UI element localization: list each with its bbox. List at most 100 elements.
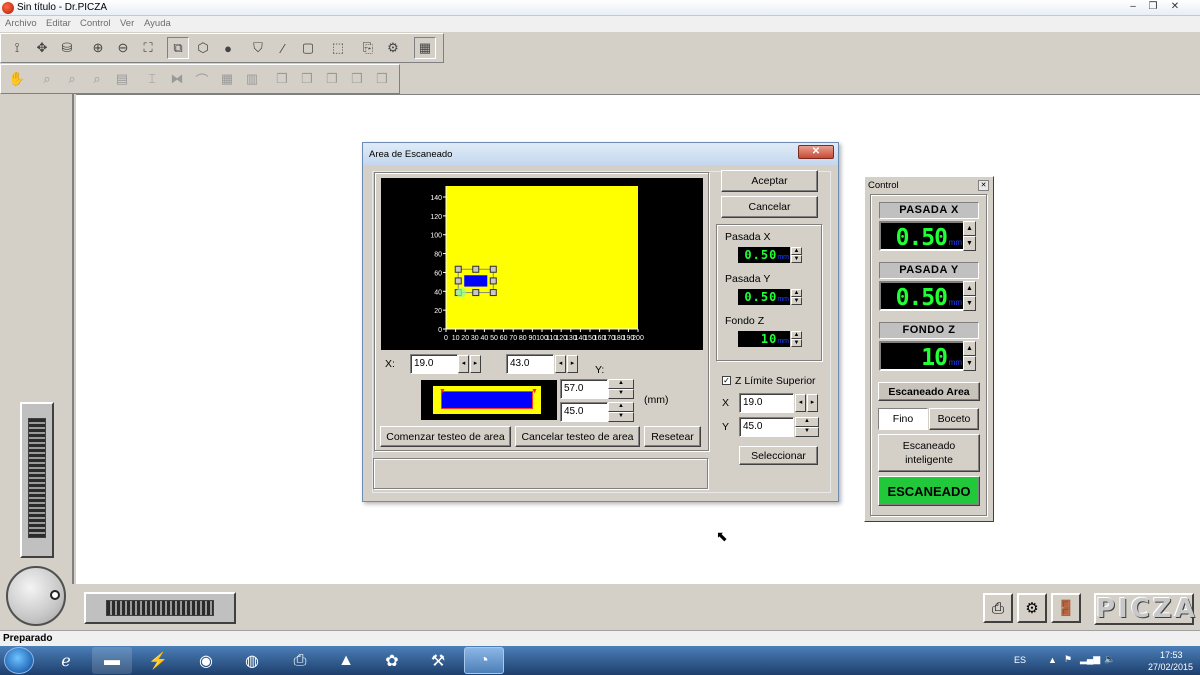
menu-archivo[interactable]: Archivo <box>5 18 37 29</box>
z-x-input[interactable]: 19.0 <box>739 393 794 413</box>
rect-icon[interactable]: ▢ <box>297 37 319 59</box>
height-up-button[interactable]: ▲ <box>608 402 634 412</box>
scanner-icon[interactable]: ⚙ <box>1017 593 1047 623</box>
width-input[interactable]: 57.0 <box>560 379 608 399</box>
dialog-close-button[interactable]: ✕ <box>798 145 834 159</box>
smart-scan-button[interactable]: Escaneado inteligente <box>878 434 980 472</box>
menu-ayuda[interactable]: Ayuda <box>144 18 171 29</box>
x-start-left-arrow[interactable]: ◂ <box>458 355 469 373</box>
volume-icon[interactable]: 🔈 <box>1104 654 1115 665</box>
x-slider-track[interactable] <box>106 600 214 616</box>
fino-button[interactable]: Fino <box>878 408 928 430</box>
media-icon[interactable]: ▲ <box>326 647 366 674</box>
signal-icon[interactable]: ▂▄▆ <box>1080 654 1100 665</box>
control-close-icon[interactable]: ✕ <box>978 180 989 191</box>
bucket-icon[interactable]: ⛁ <box>56 37 78 59</box>
start-test-button[interactable]: Comenzar testeo de area <box>380 426 511 447</box>
plot-svg[interactable]: 1401201008060402000 10 20 30 40 50 60 70 80 90 100… <box>381 178 703 350</box>
boceto-button[interactable]: Boceto <box>929 408 979 430</box>
grid-b-icon[interactable]: ▥ <box>241 68 263 90</box>
z-slider-track[interactable] <box>28 418 46 538</box>
picza-icon[interactable]: ◔ <box>464 647 504 674</box>
cube-a-icon[interactable]: ❒ <box>271 68 293 90</box>
clock-date[interactable]: 27/02/2015 <box>1148 662 1193 672</box>
x-start-right-arrow[interactable]: ▸ <box>470 355 481 373</box>
ie-icon[interactable]: ℯ <box>46 647 86 674</box>
cube-e-icon[interactable]: ❒ <box>371 68 393 90</box>
width-up-button[interactable]: ▲ <box>608 379 634 389</box>
shape-a-icon[interactable]: ⧉ <box>167 37 189 59</box>
brush-icon[interactable]: ⁄ <box>272 37 294 59</box>
accept-button[interactable]: Aceptar <box>721 170 818 192</box>
bracket-icon[interactable]: ⌶ <box>141 68 163 90</box>
copy-icon[interactable]: ⎘ <box>357 37 379 59</box>
scan-area-icon[interactable]: ▤ <box>111 68 133 90</box>
z-y-input[interactable]: 45.0 <box>739 417 794 437</box>
menu-editar[interactable]: Editar <box>46 18 71 29</box>
chrome-icon[interactable]: ◍ <box>232 647 272 674</box>
ctrl-pasada-x-down[interactable]: ▼ <box>963 236 976 251</box>
z-y-up[interactable]: ▲ <box>795 417 819 427</box>
paint-icon[interactable]: ⛉ <box>247 37 269 59</box>
restore-button[interactable]: ❐ <box>1144 1 1162 13</box>
tool-icon[interactable]: ⚒ <box>418 647 458 674</box>
menu-control[interactable]: Control <box>80 18 111 29</box>
zoom-rect-icon[interactable]: ⌕ <box>36 68 58 90</box>
minimize-button[interactable]: – <box>1124 1 1142 13</box>
ctrl-fondo-z-up[interactable]: ▲ <box>963 341 976 356</box>
acrobat-icon[interactable]: ⚡ <box>138 647 178 674</box>
zoom-fit-icon[interactable]: ⛶ <box>137 37 159 59</box>
pasada-y-down[interactable]: ▼ <box>791 297 802 305</box>
zoom-in-icon[interactable]: ⊕ <box>87 37 109 59</box>
select-button[interactable]: Seleccionar <box>739 446 818 465</box>
shape-b-icon[interactable]: ⬡ <box>192 37 214 59</box>
start-button[interactable] <box>4 647 34 674</box>
z-y-down[interactable]: ▼ <box>795 427 819 437</box>
paint-app-icon[interactable]: ✿ <box>372 647 412 674</box>
clock-time[interactable]: 17:53 <box>1160 650 1183 660</box>
mirror-icon[interactable]: ⧓ <box>166 68 188 90</box>
grid-icon[interactable]: ▦ <box>216 68 238 90</box>
zoom-b-icon[interactable]: ⌕ <box>86 68 108 90</box>
tray-arrow-icon[interactable]: ▲ <box>1048 655 1057 665</box>
close-button[interactable]: ✕ <box>1166 1 1184 13</box>
scan-icon[interactable]: ⚙ <box>382 37 404 59</box>
flag-icon[interactable]: ⚑ <box>1064 654 1072 665</box>
pasada-y-up[interactable]: ▲ <box>791 289 802 297</box>
pasada-x-up[interactable]: ▲ <box>791 247 802 255</box>
arc-icon[interactable]: ⌒ <box>191 68 213 90</box>
cancel-button[interactable]: Cancelar <box>721 196 818 218</box>
firefox-icon[interactable]: ◉ <box>186 647 226 674</box>
select-icon[interactable]: ⟟ <box>6 37 28 59</box>
x-start-input[interactable]: 19.0 <box>410 354 458 374</box>
rotation-knob[interactable] <box>6 566 66 626</box>
cube-c-icon[interactable]: ❒ <box>321 68 343 90</box>
fondo-z-up[interactable]: ▲ <box>791 331 802 339</box>
ctrl-pasada-y-down[interactable]: ▼ <box>963 296 976 311</box>
z-x-left-arrow[interactable]: ◂ <box>795 394 806 412</box>
cube-d-icon[interactable]: ❒ <box>346 68 368 90</box>
move-icon[interactable]: ✥ <box>31 37 53 59</box>
height-input[interactable]: 45.0 <box>560 402 608 422</box>
exit-door-icon[interactable]: 🚪 <box>1051 593 1081 623</box>
ctrl-pasada-x-up[interactable]: ▲ <box>963 221 976 236</box>
reset-button[interactable]: Resetear <box>644 426 701 447</box>
x-end-input[interactable]: 43.0 <box>506 354 554 374</box>
language-indicator[interactable]: ES <box>1014 655 1026 665</box>
ctrl-fondo-z-down[interactable]: ▼ <box>963 356 976 371</box>
zoom-a-icon[interactable]: ⌕ <box>61 68 83 90</box>
z-x-right-arrow[interactable]: ▸ <box>807 394 818 412</box>
sphere-icon[interactable]: ● <box>217 37 239 59</box>
pasada-x-down[interactable]: ▼ <box>791 255 802 263</box>
width-down-button[interactable]: ▼ <box>608 389 634 399</box>
object-icon[interactable]: ⬚ <box>327 37 349 59</box>
cube-b-icon[interactable]: ❒ <box>296 68 318 90</box>
height-down-button[interactable]: ▼ <box>608 412 634 422</box>
cancel-test-button[interactable]: Cancelar testeo de area <box>515 426 640 447</box>
x-end-right-arrow[interactable]: ▸ <box>567 355 578 373</box>
printer-icon[interactable]: ⎙ <box>280 647 320 674</box>
z-axis-slider[interactable] <box>20 402 54 558</box>
machine-icon[interactable]: ⎙ <box>983 593 1013 623</box>
x-end-left-arrow[interactable]: ◂ <box>555 355 566 373</box>
x-axis-slider[interactable] <box>84 592 236 624</box>
